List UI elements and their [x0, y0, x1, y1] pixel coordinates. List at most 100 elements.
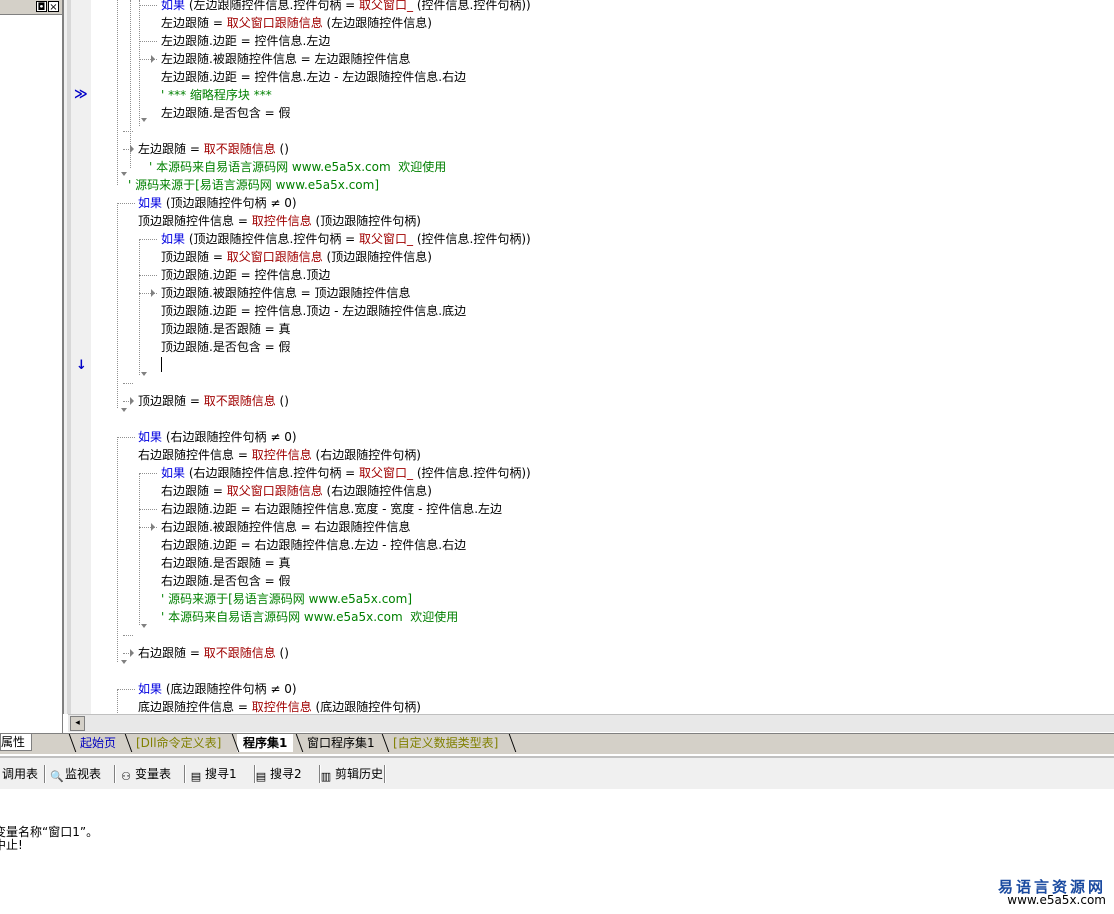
code-line[interactable]: 右边跟随.边距 = 右边跟随控件信息.左边 - 控件信息.右边: [161, 536, 466, 554]
code-token: 右边跟随.是否跟随 = 真: [161, 556, 291, 570]
code-line[interactable]: ' 源码来源于[易语言源码网 www.e5a5x.com]: [161, 590, 412, 608]
keyword-token: 如果: [138, 430, 163, 444]
tool-tab-label: 监视表: [65, 767, 102, 781]
output-line: 中止!: [0, 838, 23, 852]
code-token: 顶边跟随 =: [138, 394, 204, 408]
collapse-arrow-icon: [121, 660, 127, 664]
variables-icon: ⚇: [121, 770, 131, 783]
block-guide: [117, 203, 135, 204]
document-tab[interactable]: [自定义数据类型表]: [387, 734, 504, 752]
bottom-panel-toolbar: 调用表 🔍监视表 ⚇ 变量表 ▤ 搜寻1 ▤ 搜寻2 ▥ 剪辑历史: [0, 756, 1114, 791]
properties-tab-bar: 属性: [0, 733, 62, 754]
code-token: 顶边跟随.边距 = 控件信息.顶边 - 左边跟随控件信息.底边: [161, 304, 467, 318]
code-token: (右边跟随控件句柄 ≠ 0): [162, 430, 297, 444]
tool-tab-3[interactable]: ⚇ 变量表: [120, 766, 172, 783]
tool-tab-6[interactable]: ▥ 剪辑历史: [320, 766, 383, 783]
code-line[interactable]: 顶边跟随.被跟随控件信息 = 顶边跟随控件信息: [161, 284, 411, 302]
scroll-left-button[interactable]: ◂: [70, 716, 85, 731]
collapse-arrow-icon: [141, 118, 147, 122]
function-token: 取控件信息: [251, 700, 312, 714]
comment-token: ' 源码来源于[易语言源码网 www.e5a5x.com]: [161, 592, 412, 606]
block-guide: [139, 239, 140, 375]
tool-tab-1[interactable]: 调用表: [2, 766, 38, 782]
code-line[interactable]: 顶边跟随.是否跟随 = 真: [161, 320, 291, 338]
find2-icon: ▤: [255, 770, 267, 783]
code-line[interactable]: 左边跟随.边距 = 控件信息.左边 - 左边跟随控件信息.右边: [161, 68, 466, 86]
code-line[interactable]: 如果 (左边跟随控件信息.控件句柄 = 取父窗口_ (控件信息.控件句柄)): [161, 0, 531, 14]
keyword-token: 如果: [138, 196, 163, 210]
document-tab[interactable]: 起始页: [74, 734, 122, 752]
panel-close-button[interactable]: ×: [48, 1, 59, 13]
code-token: (顶边跟随控件句柄 ≠ 0): [162, 196, 297, 210]
code-line[interactable]: 顶边跟随.边距 = 控件信息.顶边: [161, 266, 330, 284]
code-line[interactable]: 顶边跟随.边距 = 控件信息.顶边 - 左边跟随控件信息.底边: [161, 302, 466, 320]
panel-restore-button[interactable]: ◘: [36, 1, 47, 13]
code-token: (左边跟随控件信息.控件句柄 =: [185, 0, 360, 12]
tool-tab-label: 搜寻2: [270, 767, 302, 781]
code-line[interactable]: 底边跟随控件信息 = 取控件信息 (底边跟随控件句柄): [138, 698, 421, 714]
function-token: 取不跟随信息: [203, 142, 276, 156]
block-guide: [117, 437, 118, 662]
code-line[interactable]: 左边跟随 = 取不跟随信息 (): [138, 140, 289, 158]
code-line[interactable]: 如果 (顶边跟随控件信息.控件句柄 = 取父窗口_ (控件信息.控件句柄)): [161, 230, 531, 248]
function-token: 取控件信息: [251, 214, 312, 228]
tool-tab-5[interactable]: ▤ 搜寻2: [255, 766, 302, 783]
code-line[interactable]: 顶边跟随 = 取不跟随信息 (): [138, 392, 289, 410]
code-line[interactable]: 顶边跟随 = 取父窗口跟随信息 (顶边跟随控件信息): [161, 248, 432, 266]
code-line[interactable]: 左边跟随.被跟随控件信息 = 左边跟随控件信息: [161, 50, 411, 68]
keyword-token: 如果: [161, 466, 186, 480]
code-line[interactable]: 右边跟随 = 取父窗口跟随信息 (右边跟随控件信息): [161, 482, 432, 500]
tool-tab-2[interactable]: 🔍监视表: [50, 766, 102, 783]
code-line[interactable]: 右边跟随.被跟随控件信息 = 右边跟随控件信息: [161, 518, 411, 536]
function-token: 取不跟随信息: [203, 646, 276, 660]
tool-tab-4[interactable]: ▤ 搜寻1: [190, 766, 237, 783]
code-line[interactable]: 右边跟随.边距 = 右边跟随控件信息.宽度 - 宽度 - 控件信息.左边: [161, 500, 502, 518]
code-line[interactable]: 右边跟随控件信息 = 取控件信息 (右边跟随控件句柄): [138, 446, 421, 464]
document-tab[interactable]: 程序集1: [237, 734, 294, 752]
function-token: 取父窗口_: [359, 232, 414, 246]
code-line[interactable]: 如果 (右边跟随控件信息.控件句柄 = 取父窗口_ (控件信息.控件句柄)): [161, 464, 531, 482]
code-line[interactable]: ' *** 缩略程序块 ***: [161, 86, 272, 104]
code-line[interactable]: 左边跟随 = 取父窗口跟随信息 (左边跟随控件信息): [161, 14, 432, 32]
code-line[interactable]: 右边跟随.是否包含 = 假: [161, 572, 291, 590]
code-line[interactable]: ' 源码来源于[易语言源码网 www.e5a5x.com]: [128, 176, 379, 194]
comment-token: ' *** 缩略程序块 ***: [161, 88, 272, 102]
collapsed-block-marker-icon[interactable]: ≫: [74, 87, 88, 102]
code-token: 左边跟随.边距 = 控件信息.左边 - 左边跟随控件信息.右边: [161, 70, 467, 84]
comment-token: ' 本源码来自易语言源码网 www.e5a5x.com 欢迎使用: [149, 160, 447, 174]
function-token: 取父窗口跟随信息: [226, 484, 323, 498]
code-line[interactable]: 如果 (右边跟随控件句柄 ≠ 0): [138, 428, 297, 446]
code-token: 右边跟随 =: [161, 484, 227, 498]
code-line[interactable]: 右边跟随.是否跟随 = 真: [161, 554, 291, 572]
keyword-token: 如果: [138, 682, 163, 696]
code-line[interactable]: 如果 (顶边跟随控件句柄 ≠ 0): [138, 194, 297, 212]
toolbar-separator: [44, 765, 46, 783]
document-tab[interactable]: [Dll命令定义表]: [130, 734, 227, 752]
code-editor[interactable]: ≫ ↓ 如果 (左边跟随控件信息.控件句柄 = 取父窗口_ (控件信息.控件句柄…: [62, 0, 1114, 714]
code-token: (右边跟随控件信息.控件句柄 =: [185, 466, 360, 480]
code-token: 左边跟随.被跟随控件信息 = 左边跟随控件信息: [161, 52, 411, 66]
code-line[interactable]: ' 本源码来自易语言源码网 www.e5a5x.com 欢迎使用: [161, 608, 458, 626]
code-line[interactable]: 顶边跟随.是否包含 = 假: [161, 338, 291, 356]
tab-properties[interactable]: 属性: [0, 734, 32, 751]
code-area[interactable]: 如果 (左边跟随控件信息.控件句柄 = 取父窗口_ (控件信息.控件句柄)) 左边…: [91, 0, 1114, 714]
keyword-token: 如果: [161, 0, 186, 12]
block-guide: [117, 437, 135, 438]
code-line[interactable]: ' 本源码来自易语言源码网 www.e5a5x.com 欢迎使用: [149, 158, 446, 176]
code-token: 左边跟随.是否包含 = 假: [161, 106, 291, 120]
horizontal-scrollbar[interactable]: ◂: [68, 714, 1114, 732]
code-line[interactable]: 右边跟随 = 取不跟随信息 (): [138, 644, 289, 662]
document-tab[interactable]: 窗口程序集1: [301, 734, 381, 752]
code-line[interactable]: 如果 (底边跟随控件句柄 ≠ 0): [138, 680, 297, 698]
tool-tab-label: 变量表: [135, 767, 172, 781]
block-guide: [117, 689, 135, 690]
expand-arrow-icon: [151, 55, 155, 63]
code-token: (): [275, 142, 289, 156]
code-line[interactable]: 顶边跟随控件信息 = 取控件信息 (顶边跟随控件句柄): [138, 212, 421, 230]
block-guide: [139, 473, 157, 474]
find1-icon: ▤: [190, 770, 202, 783]
code-line[interactable]: 左边跟随.是否包含 = 假: [161, 104, 291, 122]
code-token: 右边跟随.被跟随控件信息 = 右边跟随控件信息: [161, 520, 411, 534]
code-line[interactable]: 左边跟随.边距 = 控件信息.左边: [161, 32, 330, 50]
collapse-arrow-icon: [141, 624, 147, 628]
